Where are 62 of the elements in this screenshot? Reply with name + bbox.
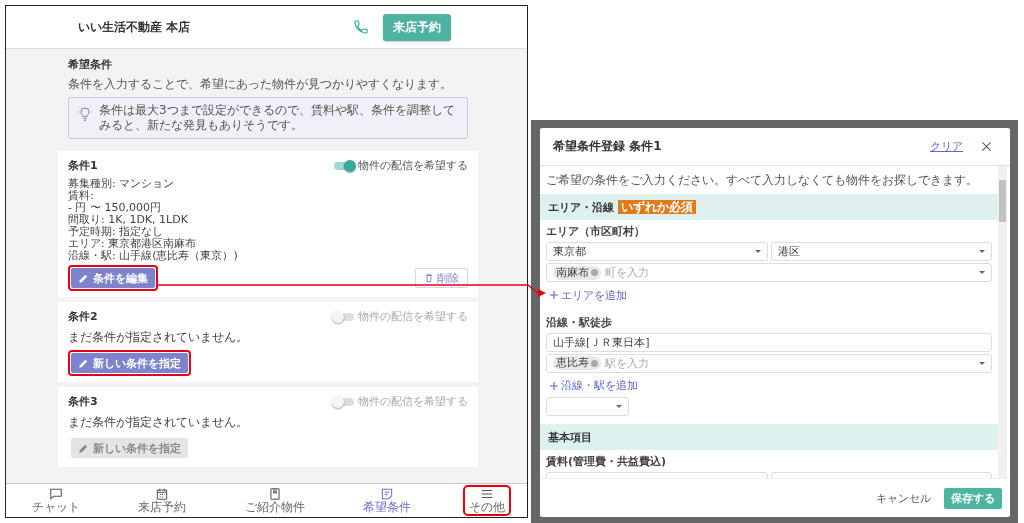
toggle-switch[interactable]	[334, 161, 354, 170]
nav-item[interactable]: チャット	[26, 485, 86, 516]
pencil-icon	[78, 272, 89, 284]
page-description: 条件を入力することで、希望にあった物件が見つかりやすくなります。	[68, 76, 453, 93]
tip-text: 条件は最大3つまで設定ができるので、賃料や駅、条件を調整してみると、新たな発見もありそうです。	[99, 103, 456, 133]
condition-detail: 賃料:	[68, 190, 94, 202]
nav-item[interactable]: 来店予約	[132, 485, 193, 516]
condition-detail: 間取り: 1K, 1DK, 1LDK	[68, 214, 189, 226]
nav-item[interactable]: 希望条件	[356, 485, 417, 516]
page-title: 希望条件	[68, 57, 113, 72]
lightbulb-icon	[77, 106, 93, 122]
add-line-link[interactable]: 沿線・駅を追加	[550, 378, 638, 393]
condition-detail: 予定時期: 指定なし	[68, 226, 165, 238]
condition-title: 条件2	[68, 309, 99, 324]
edit-button[interactable]: 条件を編集	[71, 268, 155, 288]
scrollbar[interactable]	[998, 166, 1007, 478]
modal-intro: ご希望の条件をご入力ください。すべて入力しなくても物件をお探しできます。	[545, 172, 979, 189]
plus-icon	[550, 291, 558, 299]
field-label: 賃料(管理費・共益費込)	[546, 454, 668, 469]
town-select[interactable]: 南麻布 町を入力	[546, 263, 992, 282]
toggle-switch[interactable]	[334, 397, 354, 406]
modal-title: 希望条件登録 条件1	[553, 138, 663, 155]
shop-name: いい生活不動産 本店	[78, 18, 192, 36]
notify-label: 物件の配信を希望する	[358, 309, 468, 324]
cancel-button[interactable]: キャンセル	[870, 489, 937, 507]
condition-detail: 募集種別: マンション	[68, 178, 176, 190]
section-title: 基本項目	[548, 429, 592, 445]
line-field[interactable]: 山手線[ＪＲ東日本]	[546, 332, 992, 352]
city-select[interactable]: 港区	[770, 242, 992, 261]
trash-icon	[424, 273, 434, 283]
town-chip[interactable]: 南麻布	[553, 265, 601, 280]
condition-title: 条件3	[68, 394, 99, 409]
toggle-switch[interactable]	[334, 312, 354, 321]
notify-label: 物件の配信を希望する	[358, 394, 468, 409]
nav-item[interactable]: ご紹介物件	[238, 485, 311, 516]
plus-icon	[550, 381, 558, 390]
add-area-link[interactable]: エリアを追加	[550, 287, 627, 303]
station-chip[interactable]: 恵比寿	[553, 356, 601, 370]
phone-icon[interactable]	[353, 19, 369, 35]
empty-message: まだ条件が指定されていません。	[68, 329, 249, 346]
condition-detail: エリア: 東京都港区南麻布	[68, 238, 198, 250]
required-badge: いずれか必須	[618, 200, 696, 214]
new-condition-button[interactable]: 新しい条件を指定	[71, 353, 188, 373]
condition-title: 条件1	[68, 158, 99, 173]
section-title: エリア・沿線	[548, 199, 614, 215]
chat-icon	[48, 487, 64, 501]
prefecture-select[interactable]: 東京都	[546, 242, 768, 261]
field-label: 沿線・駅徒歩	[546, 314, 613, 330]
station-select[interactable]: 恵比寿 駅を入力	[546, 353, 992, 373]
menu-icon	[479, 487, 495, 501]
notify-label: 物件の配信を希望する	[358, 158, 468, 173]
empty-message: まだ条件が指定されていません。	[68, 414, 249, 431]
pencil-icon	[78, 357, 89, 369]
condition-detail: - 円 〜 150,000円	[68, 202, 162, 214]
close-icon[interactable]	[981, 141, 992, 152]
pencil-icon	[78, 442, 89, 454]
nav-item[interactable]: その他	[463, 485, 511, 516]
clear-link[interactable]: クリア	[930, 139, 963, 154]
walk-select[interactable]	[546, 397, 629, 416]
condition-detail: 沿線・駅: 山手線(恵比寿（東京）)	[68, 250, 239, 262]
delete-button[interactable]: 削除	[415, 268, 468, 288]
field-label: エリア（市区町村）	[546, 224, 646, 239]
